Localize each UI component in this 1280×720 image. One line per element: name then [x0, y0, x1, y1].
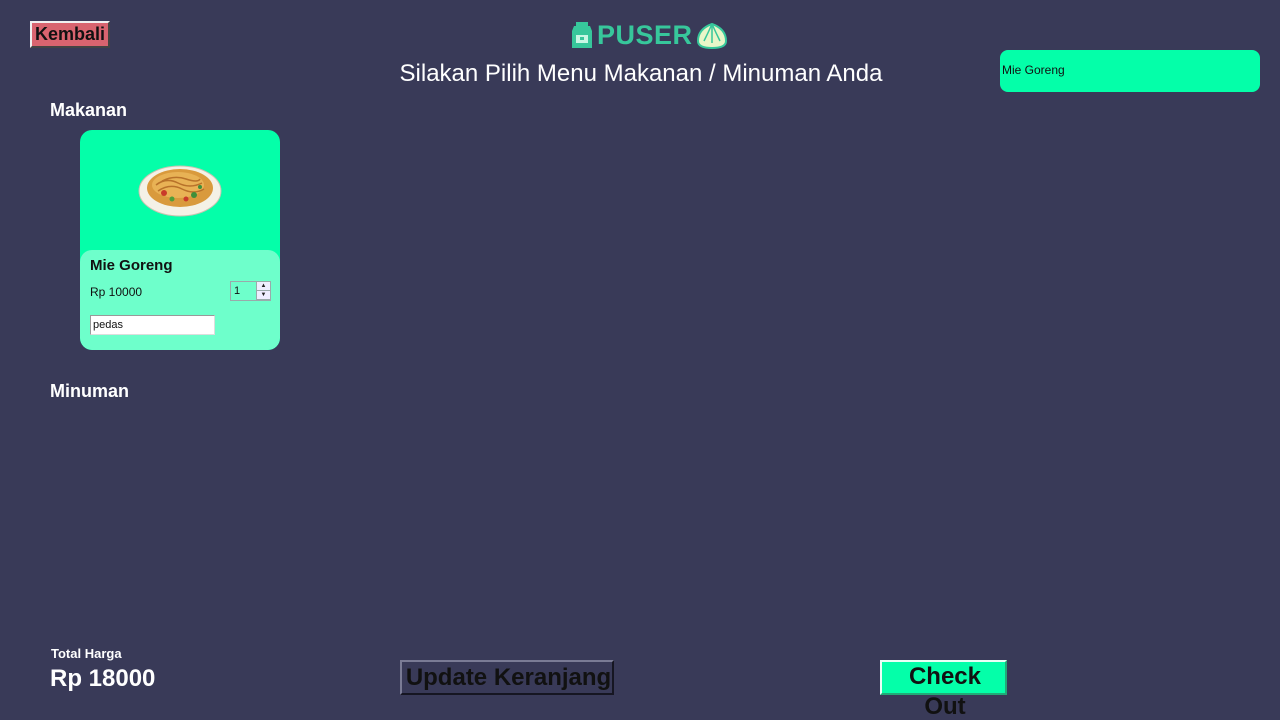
note-input[interactable] — [90, 315, 215, 335]
menu-page: Kembali PUSER Silakan Pilih Menu Makanan… — [0, 0, 1280, 720]
dumpling-icon — [696, 22, 727, 49]
total-value: Rp 18000 — [50, 665, 156, 692]
quantity-value[interactable]: 1 — [231, 282, 257, 300]
food-section-heading: Makanan — [50, 100, 128, 120]
menu-item-price: Rp 10000 — [90, 285, 143, 299]
chevron-down-icon[interactable]: ▼ — [257, 291, 270, 300]
drinks-section-heading: Minuman — [50, 381, 129, 401]
back-button[interactable]: Kembali — [30, 21, 111, 48]
chevron-up-icon[interactable]: ▲ — [257, 282, 270, 291]
quantity-stepper[interactable]: 1 ▲ ▼ — [230, 281, 271, 301]
menu-item-name: Mie Goreng — [90, 257, 173, 274]
logo-text: PUSER — [597, 19, 693, 50]
menu-item-details: Mie Goreng Rp 10000 1 ▲ ▼ — [80, 250, 280, 350]
app-logo: PUSER — [570, 20, 728, 50]
update-cart-button[interactable]: Update Keranjang — [400, 660, 614, 695]
cart-panel: Mie Goreng — [1000, 50, 1260, 92]
cart-item: Mie Goreng — [1002, 63, 1065, 77]
menu-item-card[interactable]: Mie Goreng Rp 10000 1 ▲ ▼ — [80, 130, 280, 350]
fried-noodles-plate-image — [138, 165, 222, 217]
checkout-button[interactable]: Check Out — [880, 660, 1007, 720]
total-label: Total Harga — [51, 646, 122, 661]
quantity-arrows: ▲ ▼ — [257, 282, 270, 300]
milk-carton-icon — [572, 22, 592, 48]
